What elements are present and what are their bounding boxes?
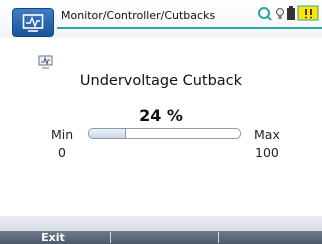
max-value: 100	[255, 145, 279, 160]
status-icons	[256, 4, 320, 28]
cutback-value: 24 %	[139, 106, 183, 125]
min-label: Min	[51, 127, 74, 142]
softkey-3[interactable]	[218, 231, 322, 244]
monitor-small-icon	[38, 55, 53, 69]
max-label: Max	[254, 127, 280, 142]
cutback-progress-bar	[88, 128, 241, 139]
page-title: Undervoltage Cutback	[79, 73, 243, 89]
app-badge[interactable]	[12, 8, 54, 37]
progress-fill	[89, 129, 127, 138]
monitor-waveform-icon	[22, 14, 44, 32]
connection-icon	[258, 7, 272, 21]
min-value: 0	[58, 145, 66, 160]
softkey-exit[interactable]: Exit	[0, 231, 106, 244]
battery-icon	[287, 6, 295, 20]
softkey-2[interactable]	[110, 231, 216, 244]
breadcrumb: Monitor/Controller/Cutbacks	[61, 9, 216, 22]
bulb-icon	[276, 8, 284, 19]
header-bar: Monitor/Controller/Cutbacks	[0, 0, 322, 38]
warning-icon	[297, 5, 319, 21]
softkey-bar: Exit	[0, 231, 322, 244]
